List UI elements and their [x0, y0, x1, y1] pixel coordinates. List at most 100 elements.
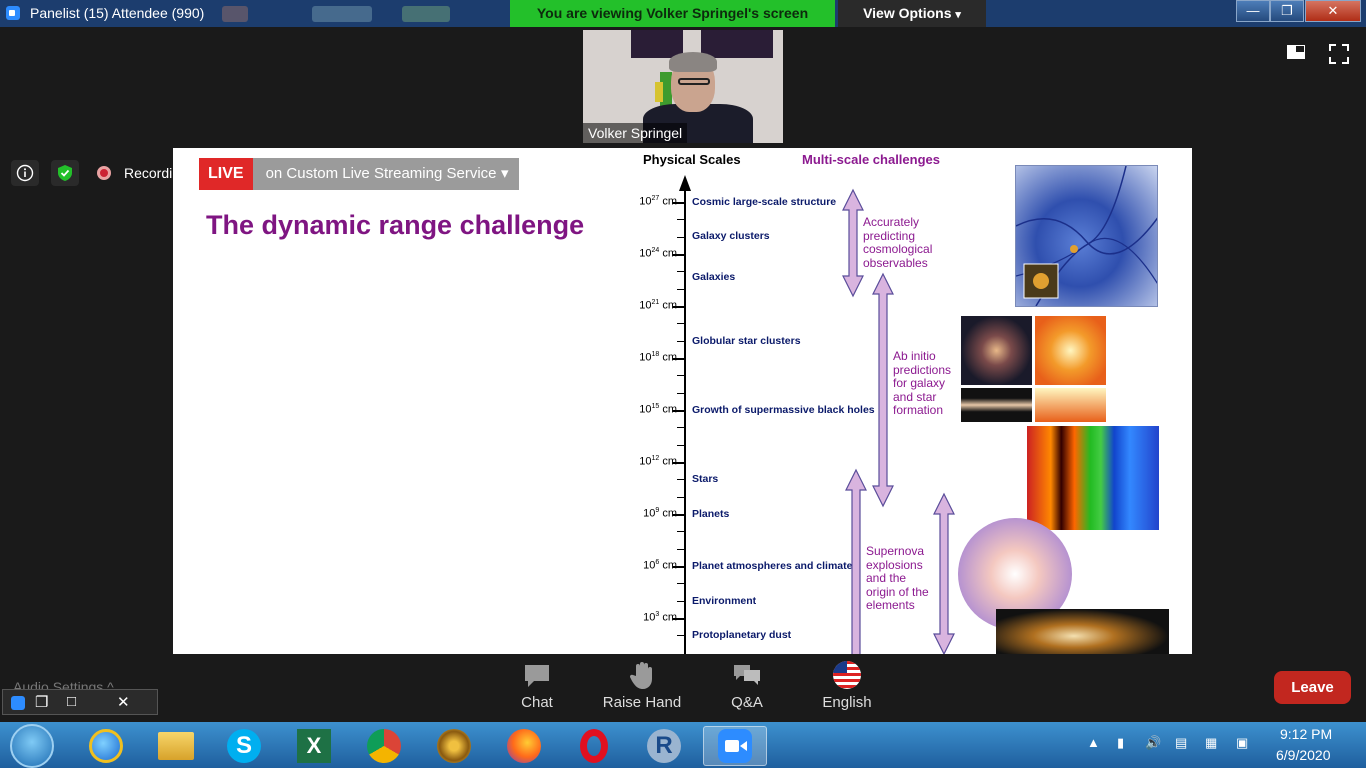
wall-decoration	[655, 82, 663, 102]
minimize-window-icon[interactable]	[1286, 44, 1306, 64]
protoplanetary-disk-image	[996, 609, 1169, 654]
clock-date[interactable]: 6/9/2020	[1276, 747, 1331, 763]
axis-tick-label: 1024 cm	[639, 247, 677, 260]
raise-hand-button[interactable]: Raise Hand	[597, 660, 687, 711]
axis-tick-label: 103 cm	[643, 611, 677, 624]
language-label: English	[822, 694, 872, 711]
opera-icon	[580, 729, 608, 763]
excel-icon: X	[297, 729, 331, 763]
tray-app-icon[interactable]: ▦	[1205, 735, 1217, 751]
taskbar-file-explorer[interactable]	[148, 726, 204, 766]
axis-minor-tick	[677, 549, 685, 550]
battery-icon[interactable]: ▮	[1117, 735, 1124, 751]
taskbar-r[interactable]: R	[636, 726, 692, 766]
r-icon: R	[647, 729, 681, 763]
zoom-icon	[718, 729, 752, 763]
taskbar-skype[interactable]: S	[216, 726, 272, 766]
axis-minor-tick	[677, 323, 685, 324]
start-button[interactable]	[10, 724, 54, 768]
axis-minor-tick	[677, 583, 685, 584]
scale-label: Galaxy clusters	[692, 230, 770, 242]
us-flag-icon	[833, 661, 861, 689]
axis-tick-label: 106 cm	[643, 559, 677, 572]
galaxy-edge-on-image	[961, 388, 1032, 422]
axis-minor-tick	[677, 497, 685, 498]
axis-minor-tick	[677, 289, 685, 290]
taskbar-internet-explorer[interactable]	[78, 726, 134, 766]
internet-explorer-icon	[89, 729, 123, 763]
leave-button[interactable]: Leave	[1274, 671, 1351, 704]
axis-minor-tick	[677, 635, 685, 636]
challenge-text-galaxy-formation: Ab initio predictions for galaxy and star fo…	[893, 349, 952, 417]
folder-icon	[158, 732, 194, 760]
axis-minor-tick	[677, 237, 685, 238]
axis-minor-tick	[677, 427, 685, 428]
compass-app-icon	[437, 729, 471, 763]
clock-time[interactable]: 9:12 PM	[1280, 726, 1332, 742]
galaxy-gas-edge-image	[1035, 388, 1106, 422]
qa-label: Q&A	[731, 694, 763, 711]
fullscreen-icon[interactable]	[1329, 44, 1349, 64]
viewing-screen-banner: You are viewing Volker Springel's screen	[510, 0, 835, 27]
view-options-button[interactable]: View Options ▾	[838, 0, 986, 27]
view-options-label: View Options	[863, 5, 952, 21]
taskbar-excel[interactable]: X	[286, 726, 342, 766]
range-arrow	[842, 188, 864, 298]
axis-tick-label: 1027 cm	[639, 195, 677, 208]
chevron-down-icon: ▾	[955, 9, 961, 21]
mini-window-controls: ❐ □ ✕	[2, 689, 158, 715]
taskbar-firefox[interactable]	[496, 726, 552, 766]
scale-label: Galaxies	[692, 271, 736, 283]
participant-thumbnail	[222, 6, 248, 22]
window-title: Panelist (15) Attendee (990)	[30, 5, 205, 21]
scale-label: Protoplanetary dust	[692, 629, 792, 641]
speaker-hair	[669, 52, 717, 72]
chat-label: Chat	[521, 694, 553, 711]
taskbar-zoom[interactable]	[703, 726, 767, 766]
close-button[interactable]: ✕	[1305, 0, 1361, 22]
multi-scale-challenges-heading: Multi-scale challenges	[802, 152, 940, 167]
network-icon[interactable]: ▤	[1175, 735, 1187, 751]
maximize-mini-icon[interactable]: □	[67, 693, 76, 710]
axis-minor-tick	[677, 601, 685, 602]
restore-mini-icon[interactable]: ❐	[35, 693, 48, 711]
qa-icon	[734, 665, 760, 685]
hand-icon	[629, 662, 652, 689]
shield-icon[interactable]	[51, 160, 79, 186]
taskbar-app[interactable]	[426, 726, 482, 766]
axis-minor-tick	[677, 531, 685, 532]
qa-button[interactable]: Q&A	[702, 660, 792, 711]
live-tag: LIVE	[199, 158, 253, 190]
close-mini-icon[interactable]: ✕	[117, 693, 130, 711]
scale-label: Globular star clusters	[692, 335, 801, 347]
scale-label: Planet atmospheres and climate	[692, 560, 853, 572]
scale-label: Cosmic large-scale structure	[692, 196, 837, 208]
range-arrow	[845, 468, 867, 654]
minimize-button[interactable]: —	[1236, 0, 1270, 22]
show-hidden-icons[interactable]: ▲	[1087, 735, 1100, 750]
tray-app-icon-2[interactable]: ▣	[1236, 735, 1248, 751]
axis-tick-label: 1018 cm	[639, 351, 677, 364]
galaxy-gas-image	[1035, 316, 1106, 385]
chrome-icon	[367, 729, 401, 763]
language-button[interactable]: English	[802, 660, 892, 711]
live-service-dropdown[interactable]: on Custom Live Streaming Service ▾	[252, 158, 519, 190]
info-icon[interactable]	[11, 160, 39, 186]
physical-scales-heading: Physical Scales	[643, 152, 741, 167]
volume-icon[interactable]: 🔊	[1145, 735, 1161, 751]
range-arrow	[933, 492, 955, 654]
scale-label: Stars	[692, 473, 719, 485]
chat-button[interactable]: Chat	[492, 660, 582, 711]
live-streaming-indicator[interactable]: LIVE on Custom Live Streaming Service ▾	[199, 158, 519, 190]
axis-tick-label: 1012 cm	[639, 455, 677, 468]
axis-minor-tick	[677, 393, 685, 394]
taskbar-chrome[interactable]	[356, 726, 412, 766]
recording-status: Recording	[124, 165, 173, 181]
challenge-text-cosmology: Accurately predicting cosmological observab…	[863, 215, 933, 270]
taskbar-opera[interactable]	[566, 726, 622, 766]
scale-label: Planets	[692, 508, 730, 520]
restore-button[interactable]: ❐	[1270, 0, 1304, 22]
axis-minor-tick	[677, 375, 685, 376]
zoom-mini-icon	[11, 696, 25, 710]
speaker-video[interactable]: Volker Springel	[583, 30, 783, 143]
